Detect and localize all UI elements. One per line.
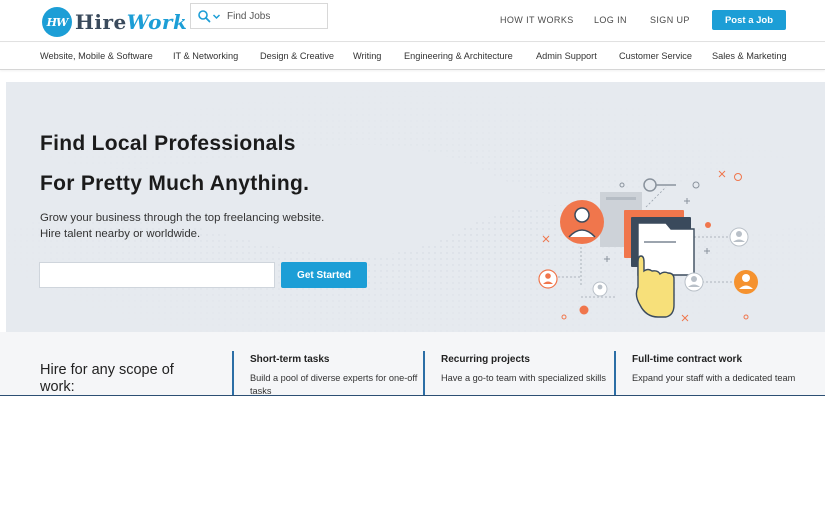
get-started-button[interactable]: Get Started <box>281 262 367 288</box>
nav-how-it-works[interactable]: HOW IT WORKS <box>500 15 574 25</box>
scope-column-title: Recurring projects <box>441 354 530 365</box>
category-it-networking[interactable]: IT & Networking <box>173 51 238 61</box>
scope-column-text: Build a pool of diverse experts for one-… <box>250 373 418 395</box>
hero-subtext: Grow your business through the top freel… <box>40 212 325 240</box>
job-search-box[interactable] <box>190 3 328 29</box>
post-a-job-button[interactable]: Post a Job <box>712 10 786 30</box>
hirework-logo[interactable]: HW HireWork <box>42 7 187 37</box>
top-header: HW HireWork HOW IT WORKS LOG IN SIGN UP … <box>0 0 825 42</box>
hero-headline-line1: Find Local Professionals <box>40 132 296 155</box>
category-engineering-architecture[interactable]: Engineering & Architecture <box>404 51 513 61</box>
scope-column-full-time: Full-time contract work Expand your staf… <box>614 351 802 395</box>
logo-word-hire: Hire <box>75 10 127 34</box>
section-divider <box>0 395 825 396</box>
scope-column-text: Have a go-to team with specialized skill… <box>441 373 606 383</box>
scope-heading: Hire for any scope of work: <box>40 362 174 395</box>
category-admin-support[interactable]: Admin Support <box>536 51 597 61</box>
person-avatar-outline-icon <box>538 269 558 289</box>
scope-section: Hire for any scope of work: Short-term t… <box>0 332 825 395</box>
nav-log-in[interactable]: LOG IN <box>594 15 627 25</box>
folder-front-icon <box>637 222 695 276</box>
hero-search-input[interactable] <box>39 262 275 288</box>
scope-column-short-term: Short-term tasks Build a pool of diverse… <box>232 351 420 395</box>
category-design-creative[interactable]: Design & Creative <box>260 51 334 61</box>
scope-column-recurring: Recurring projects Have a go-to team wit… <box>423 351 611 395</box>
category-website-mobile-software[interactable]: Website, Mobile & Software <box>40 51 153 61</box>
hero-banner: Find Local Professionals For Pretty Much… <box>6 82 825 332</box>
category-writing[interactable]: Writing <box>353 51 381 61</box>
scope-column-title: Short-term tasks <box>250 354 330 365</box>
search-icon[interactable] <box>197 9 211 23</box>
category-customer-service[interactable]: Customer Service <box>619 51 692 61</box>
category-nav: Website, Mobile & Software IT & Networki… <box>0 43 825 70</box>
search-input[interactable] <box>227 10 327 22</box>
logo-badge-icon: HW <box>42 7 72 37</box>
category-sales-marketing[interactable]: Sales & Marketing <box>712 51 787 61</box>
scope-column-text: Expand your staff with a dedicated team <box>632 373 796 383</box>
nav-sign-up[interactable]: SIGN UP <box>650 15 690 25</box>
logo-wordmark: HireWork <box>75 10 187 34</box>
freelancer-network-illustration <box>538 170 758 322</box>
logo-word-work: Work <box>126 10 188 34</box>
scope-column-title: Full-time contract work <box>632 354 743 365</box>
chevron-down-icon[interactable] <box>212 12 221 21</box>
magnifier-icon <box>643 178 657 192</box>
hero-headline-line2: For Pretty Much Anything. <box>40 172 310 195</box>
